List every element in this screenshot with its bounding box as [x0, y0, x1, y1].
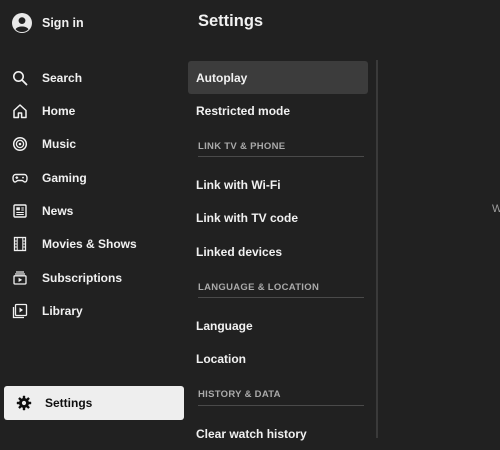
- menu-label-linked-devices: Linked devices: [196, 244, 283, 259]
- nav-label-music: Music: [42, 137, 77, 151]
- nav-item-home[interactable]: Home: [12, 100, 182, 122]
- gear-icon: [16, 395, 32, 411]
- menu-item-autoplay[interactable]: Autoplay: [188, 61, 368, 94]
- section-divider: [198, 156, 364, 157]
- nav-label-movies-shows: Movies & Shows: [42, 237, 137, 251]
- menu-item-link-tv-code[interactable]: Link with TV code: [188, 201, 368, 234]
- menu-label-autoplay: Autoplay: [196, 70, 248, 85]
- nav-item-library[interactable]: Library: [12, 300, 182, 322]
- nav-item-music[interactable]: Music: [12, 133, 182, 155]
- menu-item-link-wifi[interactable]: Link with Wi-Fi: [188, 168, 368, 201]
- section-divider: [198, 297, 364, 298]
- menu-label-clear-watch-history: Clear watch history: [196, 426, 307, 441]
- nav-item-movies-shows[interactable]: Movies & Shows: [12, 233, 182, 255]
- news-icon: [12, 203, 28, 219]
- menu-label-language: Language: [196, 318, 253, 333]
- detail-panel-text: W: [492, 203, 500, 215]
- section-header-history-data: HISTORY & DATA: [198, 389, 281, 400]
- nav-label-gaming: Gaming: [42, 171, 87, 185]
- nav-label-settings: Settings: [45, 396, 93, 410]
- subscriptions-icon: [12, 270, 28, 286]
- nav-label-library: Library: [42, 304, 83, 318]
- left-nav: Sign in Search Home Music Gaming News Mo…: [0, 0, 188, 438]
- menu-label-link-wifi: Link with Wi-Fi: [196, 177, 281, 192]
- column-divider: [376, 60, 378, 438]
- library-icon: [12, 303, 28, 319]
- nav-item-gaming[interactable]: Gaming: [12, 167, 182, 189]
- nav-label-subscriptions: Subscriptions: [42, 271, 123, 285]
- section-header-link-tv-phone: LINK TV & PHONE: [198, 141, 286, 152]
- menu-item-restricted-mode[interactable]: Restricted mode: [188, 94, 368, 127]
- nav-item-news[interactable]: News: [12, 200, 182, 222]
- settings-menu: Autoplay Restricted mode LINK TV & PHONE…: [188, 0, 374, 441]
- search-icon: [12, 70, 28, 86]
- section-header-language-location: LANGUAGE & LOCATION: [198, 282, 320, 293]
- menu-item-language[interactable]: Language: [188, 309, 368, 342]
- nav-label-search: Search: [42, 71, 83, 85]
- music-icon: [12, 136, 28, 152]
- nav-label-home: Home: [42, 104, 76, 118]
- gamepad-icon: [12, 170, 28, 186]
- menu-item-linked-devices[interactable]: Linked devices: [188, 235, 368, 268]
- menu-label-restricted-mode: Restricted mode: [196, 103, 291, 118]
- sign-in-label: Sign in: [42, 16, 84, 30]
- nav-label-news: News: [42, 204, 74, 218]
- menu-item-clear-watch-history[interactable]: Clear watch history: [188, 417, 368, 450]
- menu-label-location: Location: [196, 351, 246, 366]
- film-icon: [12, 236, 28, 252]
- nav-item-subscriptions[interactable]: Subscriptions: [12, 267, 182, 289]
- section-divider: [198, 405, 364, 406]
- account-icon: [12, 13, 32, 33]
- menu-label-link-tv-code: Link with TV code: [196, 210, 299, 225]
- nav-item-search[interactable]: Search: [12, 67, 182, 89]
- menu-item-location[interactable]: Location: [188, 342, 368, 375]
- sign-in-button[interactable]: Sign in: [12, 12, 84, 34]
- nav-item-settings[interactable]: Settings: [4, 386, 184, 420]
- home-icon: [12, 103, 28, 119]
